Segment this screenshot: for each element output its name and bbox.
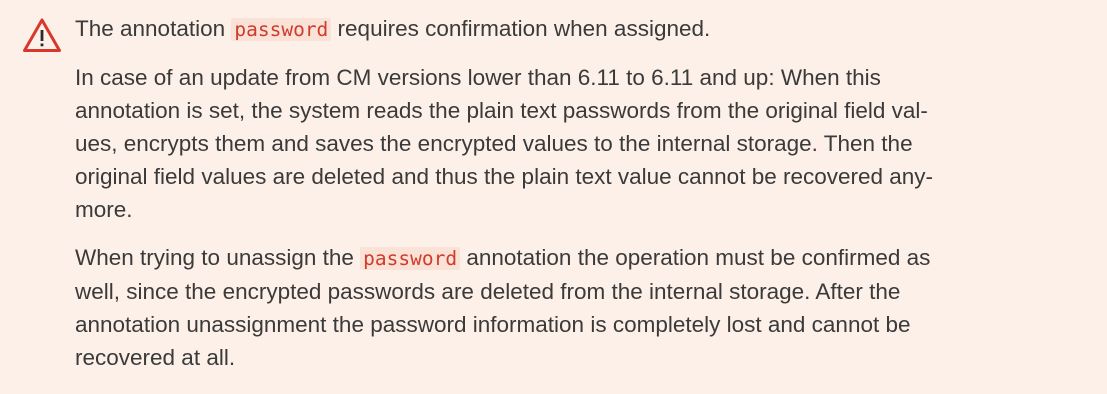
notice-paragraph-update: In case of an update from CM versions lo… (75, 61, 1085, 226)
inline-code-password: password (231, 18, 332, 41)
text: requires confirmation when assigned. (331, 16, 711, 41)
text: annotation the operation must be confirm… (460, 245, 931, 270)
inline-code-password: password (360, 247, 461, 270)
text-line: more. (75, 197, 133, 222)
text-line: annotation unassignment the password inf… (75, 312, 911, 337)
notice-content: The annotation password requires confirm… (75, 12, 1085, 389)
text: The annotation (75, 16, 232, 41)
text-line: ues, encrypts them and saves the encrypt… (75, 131, 913, 156)
notice-paragraph-unassign: When trying to unassign the password ann… (75, 241, 1085, 374)
text-line: well, since the encrypted passwords are … (75, 279, 901, 304)
warning-triangle-icon (22, 17, 62, 53)
text-line: annotation is set, the system reads the … (75, 98, 928, 123)
text-line: In case of an update from CM versions lo… (75, 65, 881, 90)
notice-first-line: The annotation password requires confirm… (75, 12, 1085, 46)
text: When trying to unassign the (75, 245, 361, 270)
warning-notice: The annotation password requires confirm… (0, 0, 1107, 394)
text-line: recovered at all. (75, 345, 236, 370)
text-line: original field values are deleted and th… (75, 164, 934, 189)
